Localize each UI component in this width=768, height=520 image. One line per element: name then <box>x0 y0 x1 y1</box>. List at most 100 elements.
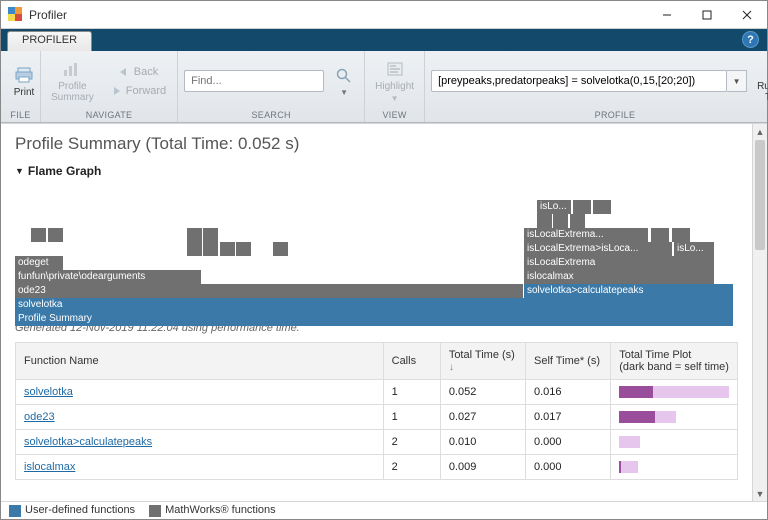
cell-plot <box>611 380 738 405</box>
back-button[interactable]: Back <box>104 63 171 81</box>
cell-self: 0.017 <box>526 405 611 430</box>
main-scroll-area[interactable]: Profile Summary (Total Time: 0.052 s) Fl… <box>1 124 752 501</box>
cell-total: 0.010 <box>440 430 525 455</box>
flame-bar-islo[interactable]: isLo... <box>537 200 571 214</box>
table-header-row: Function Name Calls Total Time (s) Self … <box>16 343 738 380</box>
flame-bar[interactable] <box>570 214 585 228</box>
flame-bar[interactable] <box>187 228 202 242</box>
vertical-scrollbar[interactable]: ▲ ▼ <box>752 124 767 501</box>
legend-user: User-defined functions <box>9 504 135 516</box>
flame-bar-odeget[interactable]: odeget <box>15 256 63 270</box>
flame-bar[interactable] <box>203 242 218 256</box>
flame-bar[interactable] <box>573 200 591 214</box>
find-input[interactable] <box>185 75 323 87</box>
flame-bar[interactable] <box>553 214 568 228</box>
help-button[interactable]: ? <box>742 31 759 48</box>
tab-profiler[interactable]: PROFILER <box>7 31 92 51</box>
chevron-down-icon: ▼ <box>340 88 348 97</box>
function-link[interactable]: solvelotka <box>24 386 73 398</box>
profile-summary-button[interactable]: Profile Summary <box>47 56 98 106</box>
content-pane: Profile Summary (Total Time: 0.052 s) Fl… <box>1 123 767 501</box>
flame-bar[interactable] <box>236 242 251 256</box>
flame-bar[interactable] <box>537 214 552 228</box>
highlight-button[interactable]: Highlight ▼ <box>371 56 418 106</box>
page-title: Profile Summary (Total Time: 0.052 s) <box>15 134 738 154</box>
find-button[interactable]: ▼ <box>330 63 358 100</box>
window-title: Profiler <box>29 8 67 22</box>
cell-plot <box>611 430 738 455</box>
flame-bar-profile-summary[interactable]: Profile Summary <box>15 312 733 326</box>
flame-bar[interactable] <box>203 228 218 242</box>
flame-bar-ode23[interactable]: ode23 <box>15 284 523 298</box>
col-calls[interactable]: Calls <box>383 343 440 380</box>
flame-bar-islo2[interactable]: isLo... <box>674 242 714 256</box>
scroll-thumb[interactable] <box>755 140 765 250</box>
col-time-plot[interactable]: Total Time Plot (dark band = self time) <box>611 343 738 380</box>
function-link[interactable]: solvelotka>calculatepeaks <box>24 436 152 448</box>
flame-bar[interactable] <box>187 242 202 256</box>
flame-bar[interactable] <box>672 228 690 242</box>
cell-total: 0.027 <box>440 405 525 430</box>
matlab-icon <box>8 7 24 23</box>
time-plot <box>619 461 729 473</box>
chevron-down-icon: ▼ <box>733 77 741 86</box>
table-row: solvelotka 10.0520.016 <box>16 380 738 405</box>
print-button[interactable]: Print <box>7 62 41 101</box>
maximize-button[interactable] <box>687 2 727 28</box>
flame-bar-odearguments[interactable]: funfun\private\odearguments <box>15 270 201 284</box>
function-link[interactable]: ode23 <box>24 411 55 423</box>
forward-label: Forward <box>126 85 166 97</box>
scroll-up-icon[interactable]: ▲ <box>753 124 767 139</box>
legend-mathworks: MathWorks® functions <box>149 504 276 516</box>
run-label: Run and Time <box>757 81 768 103</box>
code-history-dropdown[interactable]: ▼ <box>727 70 747 92</box>
col-total-time[interactable]: Total Time (s) <box>440 343 525 380</box>
toolstrip-group-navigate: Profile Summary Back Forward NAVIGATE <box>41 51 178 122</box>
time-plot <box>619 386 729 398</box>
cell-fn: islocalmax <box>16 455 384 480</box>
flame-bar-islocalmax[interactable]: islocalmax <box>524 270 714 284</box>
forward-button[interactable]: Forward <box>104 82 171 100</box>
table-row: ode2310.0270.017 <box>16 405 738 430</box>
page-tab-band: PROFILER ? <box>1 29 767 51</box>
legend-footer: User-defined functions MathWorks® functi… <box>1 501 767 519</box>
toolstrip-group-file: Print FILE <box>1 51 41 122</box>
cell-self: 0.000 <box>526 455 611 480</box>
back-icon <box>117 65 131 79</box>
flame-bar-islocal-extrema[interactable]: isLocalExtrema <box>524 256 714 270</box>
table-row: islocalmax20.0090.000 <box>16 455 738 480</box>
legend-user-swatch <box>9 505 21 517</box>
col-self-time[interactable]: Self Time* (s) <box>526 343 611 380</box>
cell-calls: 1 <box>383 380 440 405</box>
toolstrip: Print FILE Profile Summary Back <box>1 51 767 123</box>
flame-bar[interactable] <box>48 228 63 242</box>
flame-bar-islocal-extrema-gt[interactable]: isLocalExtrema>isLoca... <box>524 242 672 256</box>
flame-bar[interactable] <box>651 228 669 242</box>
code-input[interactable] <box>432 75 726 87</box>
cell-self: 0.016 <box>526 380 611 405</box>
col-function-name[interactable]: Function Name <box>16 343 384 380</box>
forward-icon <box>109 84 123 98</box>
table-row: solvelotka>calculatepeaks20.0100.000 <box>16 430 738 455</box>
close-button[interactable] <box>727 2 767 28</box>
code-field-container <box>431 70 727 92</box>
cell-total: 0.052 <box>440 380 525 405</box>
run-and-time-button[interactable]: Run and Time <box>753 56 768 106</box>
minimize-button[interactable] <box>647 2 687 28</box>
flame-bar[interactable] <box>273 242 288 256</box>
flame-bar[interactable] <box>31 228 46 242</box>
flame-bar-islocal-extrema-top[interactable]: isLocalExtrema... <box>524 228 648 242</box>
function-link[interactable]: islocalmax <box>24 461 75 473</box>
flame-bar[interactable] <box>593 200 611 214</box>
cell-fn: solvelotka>calculatepeaks <box>16 430 384 455</box>
cell-fn: ode23 <box>16 405 384 430</box>
flame-bar-solvelotka[interactable]: solvelotka <box>15 298 733 312</box>
scroll-down-icon[interactable]: ▼ <box>753 486 767 501</box>
cell-self: 0.000 <box>526 430 611 455</box>
group-label-search: SEARCH <box>184 108 358 121</box>
flame-graph-section-toggle[interactable]: Flame Graph <box>15 164 738 178</box>
flame-bar[interactable] <box>220 242 235 256</box>
flame-graph[interactable]: odeget funfun\private\odearguments ode23… <box>15 186 738 316</box>
time-plot <box>619 411 729 423</box>
flame-bar-calculatepeaks[interactable]: solvelotka>calculatepeaks <box>524 284 733 298</box>
